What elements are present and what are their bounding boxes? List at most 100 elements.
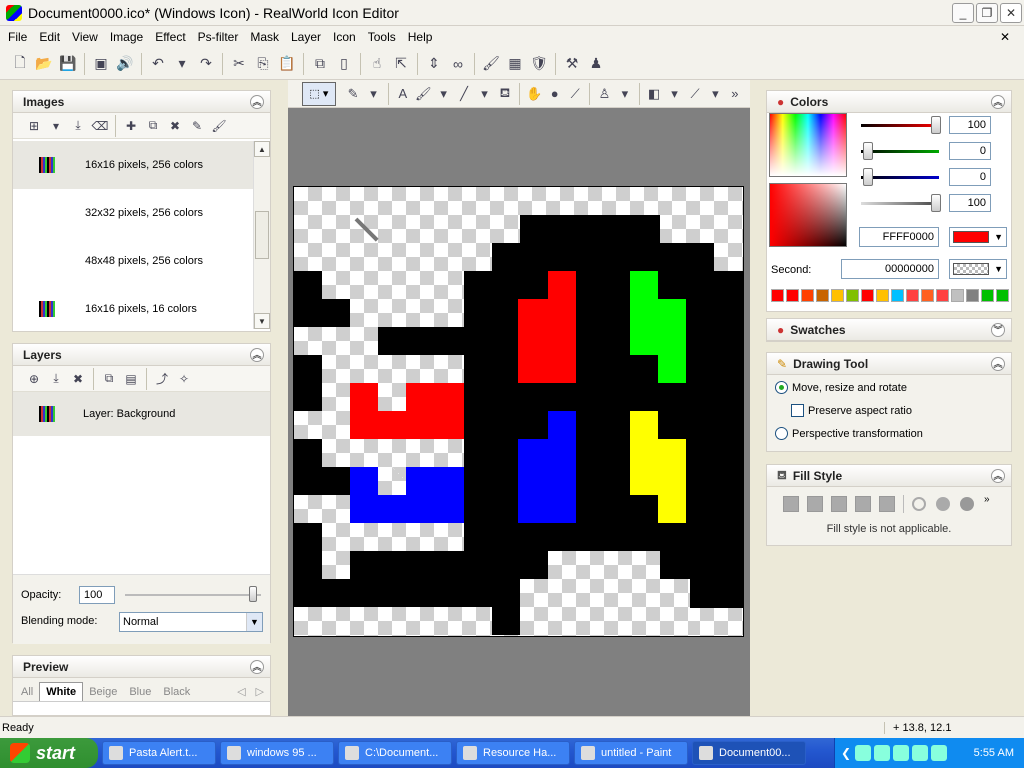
chevron-down-icon[interactable]: ▼	[994, 232, 1006, 242]
icon-canvas[interactable]	[293, 186, 744, 637]
menu-tools[interactable]: Tools	[362, 30, 402, 44]
brush-tool-icon[interactable]: 🖌	[414, 83, 432, 105]
primary-hex-field[interactable]: FFFF0000	[859, 227, 939, 247]
opacity-field[interactable]: 100	[79, 586, 115, 604]
tab-all[interactable]: All	[15, 683, 39, 701]
stamp-icon[interactable]: ♟	[585, 53, 607, 75]
collapse-icon[interactable]: ︽	[991, 94, 1005, 109]
menu-ps-filter[interactable]: Ps-filter	[192, 30, 245, 44]
palette-swatch[interactable]	[771, 289, 784, 302]
scroll-down-icon[interactable]: ▼	[254, 313, 270, 329]
delete-layer-icon[interactable]: ✖	[68, 369, 88, 389]
line-tool-icon[interactable]: ╱	[455, 83, 473, 105]
wand-tool-icon[interactable]: ⟋	[686, 83, 704, 105]
brush-dropdown-icon[interactable]: ▾	[434, 83, 452, 105]
tab-black[interactable]: Black	[157, 683, 196, 701]
text-tool-icon[interactable]: A	[394, 83, 412, 105]
alpha-slider-thumb[interactable]	[931, 194, 941, 212]
palette-swatch[interactable]	[966, 289, 979, 302]
chevron-down-icon[interactable]: ▼	[994, 264, 1006, 274]
list-item[interactable]: 16x16 pixels, 256 colors	[13, 141, 254, 189]
paste-icon[interactable]: 📋	[276, 53, 298, 75]
second-color-select[interactable]: ▼	[949, 259, 1007, 279]
collapse-icon[interactable]: ︽	[991, 356, 1005, 371]
alpha-value-field[interactable]: 100	[949, 194, 991, 212]
alpha-slider[interactable]	[861, 202, 939, 205]
grid-icon[interactable]: ▦	[504, 53, 526, 75]
collapse-icon[interactable]: ︽	[250, 94, 264, 109]
document-close-button[interactable]: ✕	[994, 30, 1016, 44]
windows-logo-icon[interactable]: ⊞	[24, 116, 44, 136]
palette-swatch[interactable]	[981, 289, 994, 302]
save-icon[interactable]: 💾	[57, 53, 79, 75]
undo-icon[interactable]: ↶	[147, 53, 169, 75]
option-perspective[interactable]: Perspective transformation	[775, 427, 923, 440]
taskbar-item[interactable]: Resource Ha...	[456, 741, 570, 765]
alpha-picker[interactable]	[769, 183, 847, 247]
fill-radial-icon[interactable]	[831, 496, 847, 512]
wand-dropdown-icon[interactable]: ▾	[706, 83, 724, 105]
list-item[interactable]: 48x48 pixels, 256 colors	[13, 237, 254, 285]
add-image-icon[interactable]: ✚	[121, 116, 141, 136]
undo-dropdown-icon[interactable]: ▾	[171, 53, 193, 75]
collapse-icon[interactable]: ︽	[250, 659, 264, 674]
open-folder-icon[interactable]: 📂	[33, 53, 55, 75]
swatches-panel-header[interactable]: ● Swatches ︾	[767, 319, 1011, 341]
palette-swatch[interactable]	[801, 289, 814, 302]
palette-swatch[interactable]	[816, 289, 829, 302]
list-item[interactable]: 32x32 pixels, 256 colors	[13, 189, 254, 237]
blue-slider-thumb[interactable]	[863, 168, 873, 186]
copy-icon[interactable]: ⎘	[252, 53, 274, 75]
import-icon[interactable]: ⤓	[68, 116, 88, 136]
palette-swatch[interactable]	[996, 289, 1009, 302]
copy-merged-icon[interactable]: ⧉	[309, 53, 331, 75]
tab-scroll-right-icon[interactable]: ▷	[250, 682, 270, 701]
stamp-dropdown-icon[interactable]: ▾	[616, 83, 634, 105]
new-icon[interactable]: 🗋	[9, 53, 31, 75]
menu-layer[interactable]: Layer	[285, 30, 327, 44]
sphere-tool-icon[interactable]: ●	[545, 83, 563, 105]
menu-view[interactable]: View	[66, 30, 104, 44]
collapse-icon[interactable]: ︽	[991, 468, 1005, 483]
save-all-icon[interactable]: ▣	[90, 53, 112, 75]
duplicate-layer-icon[interactable]: ⧉	[99, 369, 119, 389]
palette-swatch[interactable]	[786, 289, 799, 302]
collapse-icon[interactable]: ︽	[250, 347, 264, 362]
pointer-icon[interactable]: ⇱	[390, 53, 412, 75]
scroll-thumb[interactable]	[255, 211, 269, 259]
clone-tool-icon[interactable]: ✋	[525, 83, 543, 105]
red-value-field[interactable]: 100	[949, 116, 991, 134]
duplicate-icon[interactable]: ⧉	[143, 116, 163, 136]
fill-conical-icon[interactable]	[855, 496, 871, 512]
radio-selected[interactable]	[775, 381, 788, 394]
delete-icon[interactable]: ▯	[333, 53, 355, 75]
eraser-icon[interactable]: ⌫	[90, 116, 110, 136]
palette-swatch[interactable]	[831, 289, 844, 302]
fill-linear-icon[interactable]	[807, 496, 823, 512]
tray-icon[interactable]	[874, 745, 891, 761]
more-icon[interactable]: »	[984, 494, 990, 505]
expand-icon[interactable]: ︾	[991, 322, 1005, 337]
taskbar-item[interactable]: windows 95 ...	[220, 741, 334, 765]
red-slider[interactable]	[861, 124, 939, 127]
format-dropdown-icon[interactable]: ▾	[46, 116, 66, 136]
blue-value-field[interactable]: 0	[949, 168, 991, 186]
pencil-tool-icon[interactable]: ✎	[344, 83, 362, 105]
palette-swatch[interactable]	[951, 289, 964, 302]
sound-icon[interactable]: 🔊	[114, 53, 136, 75]
brush-color-icon[interactable]: 🖌	[480, 53, 502, 75]
palette-swatch[interactable]	[936, 289, 949, 302]
menu-mask[interactable]: Mask	[244, 30, 285, 44]
tab-blue[interactable]: Blue	[123, 683, 157, 701]
fill-solid-icon[interactable]	[783, 496, 799, 512]
green-slider-thumb[interactable]	[863, 142, 873, 160]
eyedropper-tool-icon[interactable]: ⟋	[566, 83, 584, 105]
palette-swatch[interactable]	[876, 289, 889, 302]
option-preserve-aspect[interactable]: Preserve aspect ratio	[791, 404, 912, 417]
tray-expand-icon[interactable]: ❮	[841, 746, 851, 760]
tray-icon[interactable]	[931, 745, 948, 761]
radio[interactable]	[775, 427, 788, 440]
tab-scroll-left-icon[interactable]: ◁	[233, 682, 249, 701]
red-slider-thumb[interactable]	[931, 116, 941, 134]
more-tools-icon[interactable]: »	[726, 83, 744, 105]
